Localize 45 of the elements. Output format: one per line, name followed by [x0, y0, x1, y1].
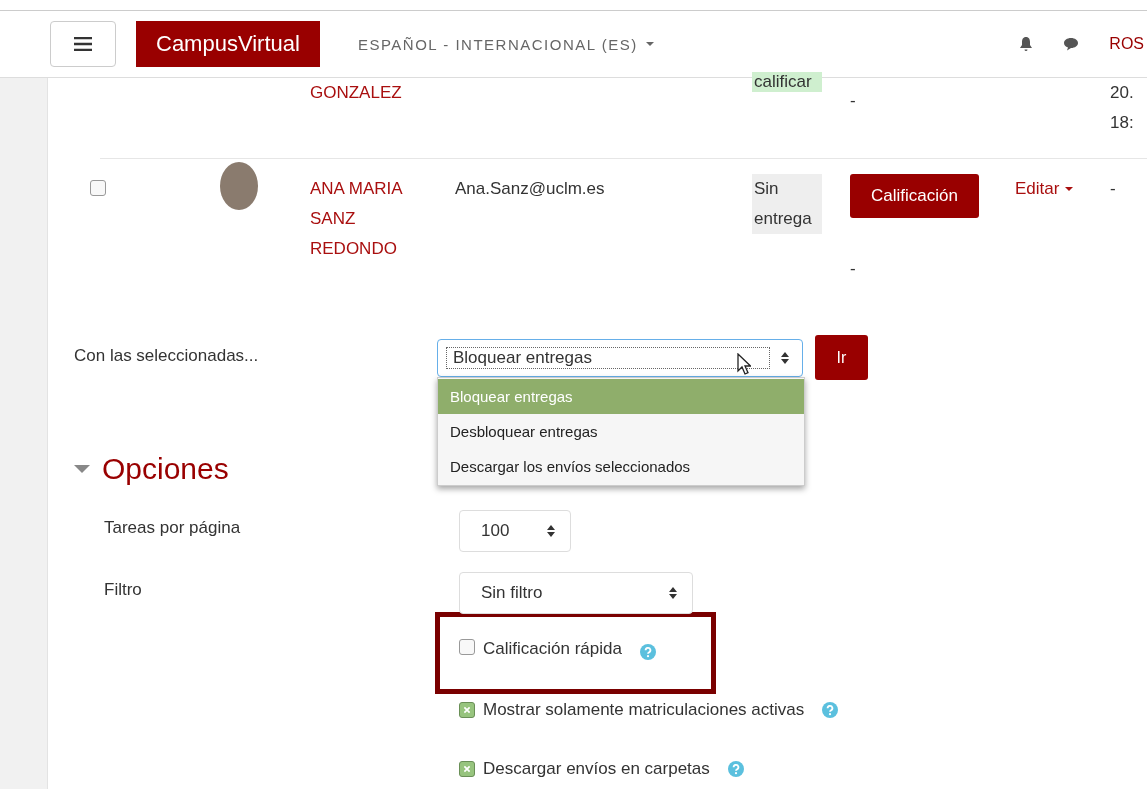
edit-menu[interactable]: Editar — [1015, 174, 1074, 204]
select-field[interactable]: Sin filtro — [459, 572, 693, 614]
student-name-link[interactable]: GONZALEZ — [310, 78, 425, 108]
dropdown-option[interactable]: Desbloquear entregas — [438, 414, 804, 449]
bulk-action-select[interactable]: Bloquear entregas — [437, 339, 803, 377]
avatar-placeholder — [220, 162, 258, 210]
updown-arrows-icon — [668, 586, 678, 600]
chat-icon[interactable] — [1063, 37, 1080, 51]
last-modified-text: 18: — [1110, 112, 1135, 134]
email-text: Ana.Sanz@uclm.es — [455, 178, 606, 200]
menu-button[interactable] — [50, 21, 116, 67]
collapse-caret-icon[interactable] — [74, 464, 90, 474]
select-field[interactable]: 100 — [459, 510, 571, 552]
checkbox[interactable] — [459, 701, 475, 718]
checkbox[interactable] — [459, 639, 475, 655]
field-label: Tareas por página — [103, 517, 242, 538]
mouse-pointer-icon — [737, 353, 751, 375]
grade-note: - — [850, 258, 857, 280]
dropdown-option[interactable]: Descargar los envíos seleccionados — [438, 449, 804, 484]
checkbox-label: Mostrar solamente matriculaciones activas — [483, 699, 805, 720]
row-checkbox[interactable] — [90, 180, 106, 196]
menu-icon — [74, 37, 92, 51]
checkbox-label: Descargar envíos en carpetas — [483, 758, 710, 779]
bulk-action-label: Con las seleccionadas... — [74, 346, 260, 366]
site-logo[interactable]: CampusVirtual — [136, 21, 320, 67]
language-menu[interactable]: ESPAÑOL - INTERNACIONAL (ES) — [357, 35, 654, 53]
grade-button[interactable]: Calificación — [850, 174, 979, 218]
student-name-link[interactable]: ANA MARIA SANZ REDONDO — [310, 174, 425, 264]
go-button[interactable]: Ir — [815, 335, 868, 380]
user-menu[interactable]: ROS — [1109, 35, 1144, 53]
updown-arrows-icon — [546, 524, 556, 538]
status-label: calificar — [752, 72, 822, 92]
checkbox[interactable] — [459, 760, 475, 777]
checkbox-label: Calificación rápida — [483, 639, 622, 659]
last-modified-text: 20. — [1110, 82, 1135, 104]
status-label: Sin entrega — [752, 174, 822, 234]
section-heading: Opciones — [102, 452, 229, 486]
help-icon[interactable] — [639, 644, 656, 660]
updown-arrows-icon — [780, 351, 790, 365]
grade-note: - — [850, 90, 857, 112]
field-label: Filtro — [103, 579, 143, 600]
help-icon[interactable] — [822, 701, 839, 718]
last-modified-text: - — [1110, 178, 1117, 200]
help-icon[interactable] — [727, 760, 744, 777]
bell-icon[interactable] — [1019, 36, 1034, 52]
